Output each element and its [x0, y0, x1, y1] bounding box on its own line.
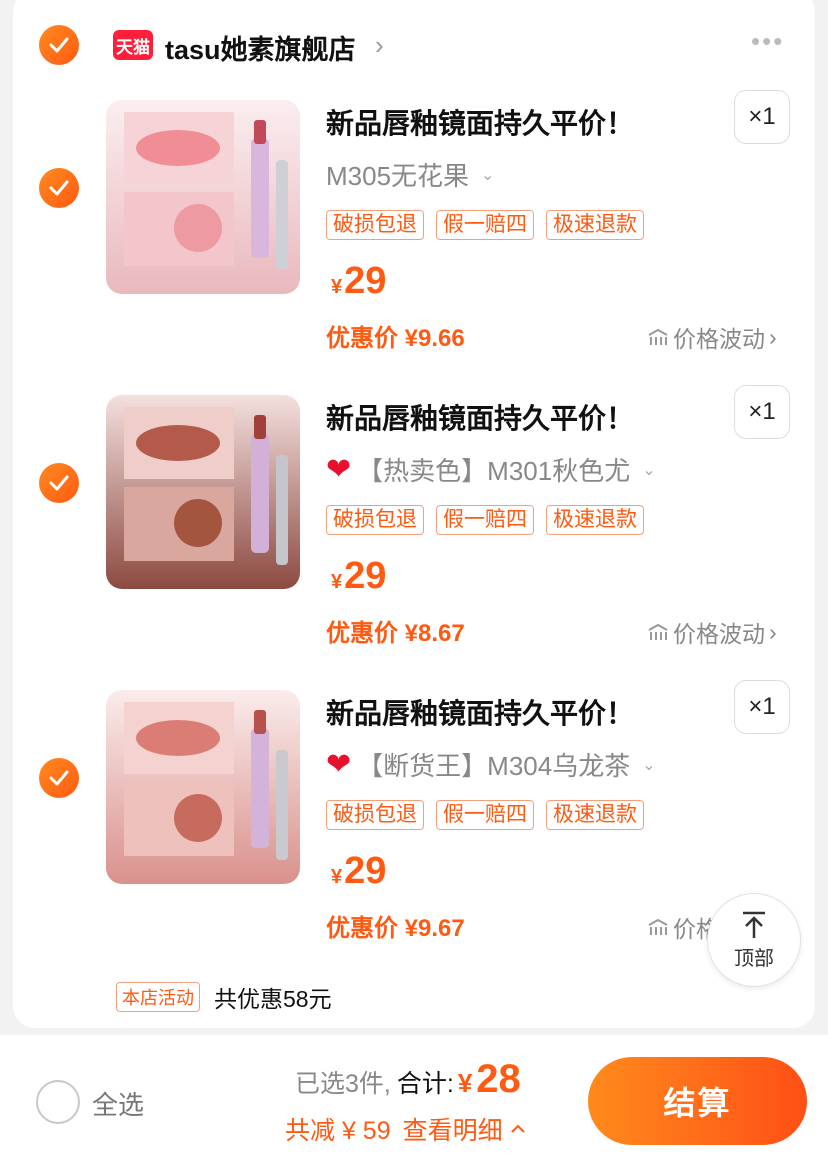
- item-checkbox[interactable]: [39, 168, 79, 208]
- price-value: 29: [344, 850, 387, 892]
- chevron-right-icon[interactable]: ›: [375, 30, 384, 61]
- lip-gloss-image: [106, 100, 300, 294]
- variant-label: M304乌龙茶: [487, 751, 631, 781]
- lip-gloss-image: [106, 690, 300, 884]
- chevron-down-icon: ⌄: [642, 756, 656, 774]
- shop-header: 天猫 tasu她素旗舰店 › •••: [13, 0, 815, 80]
- variant-label: M301秋色尤: [487, 456, 631, 486]
- price-trend-icon: [648, 328, 668, 345]
- tmall-logo: 天猫: [113, 30, 153, 60]
- tag-broken-return: 破损包退: [326, 505, 424, 535]
- tag-fake-compensation: 假一赔四: [436, 210, 534, 240]
- check-icon: [49, 475, 69, 491]
- total-currency: ¥: [457, 1068, 473, 1098]
- arrow-up-icon: [743, 911, 765, 938]
- view-detail-label: 查看明细: [402, 1117, 503, 1145]
- promo-text: 共优惠58元: [214, 986, 332, 1012]
- promo-badge: 本店活动: [116, 982, 200, 1012]
- product-title[interactable]: 新品唇釉镜面持久平价！: [326, 102, 634, 142]
- discount-price: 优惠价 ¥9.67: [326, 915, 465, 942]
- chevron-up-icon: [510, 1124, 525, 1133]
- price-trend-icon: [648, 623, 668, 640]
- cart-item: 新品唇釉镜面持久平价！ ×1 ❤ 【断货王】 M304乌龙茶 ⌄ 破损包退 假一…: [13, 680, 815, 950]
- discount-price: 优惠价 ¥9.66: [326, 325, 465, 352]
- currency-symbol: ¥: [331, 571, 343, 593]
- chevron-down-icon: ⌄: [642, 461, 656, 479]
- service-tags: 破损包退 假一赔四 极速退款: [326, 800, 644, 830]
- product-thumbnail[interactable]: [106, 690, 300, 884]
- tag-fast-refund: 极速退款: [546, 210, 644, 240]
- variant-selector[interactable]: ❤ 【断货王】 M304乌龙茶 ⌄: [326, 746, 656, 783]
- heart-icon: ❤: [326, 453, 352, 486]
- back-to-top-button[interactable]: 顶部: [707, 893, 801, 987]
- price: ¥29: [331, 260, 386, 303]
- variant-badge: 【断货王】: [357, 751, 488, 781]
- chevron-right-icon: ›: [769, 323, 777, 350]
- service-tags: 破损包退 假一赔四 极速退款: [326, 505, 644, 535]
- tag-fake-compensation: 假一赔四: [436, 505, 534, 535]
- heart-icon: ❤: [326, 748, 352, 781]
- discount-price: 优惠价 ¥8.67: [326, 620, 465, 647]
- tag-fast-refund: 极速退款: [546, 800, 644, 830]
- more-icon[interactable]: •••: [751, 26, 784, 57]
- store-promo: 本店活动 共优惠58元: [116, 980, 332, 1014]
- product-thumbnail[interactable]: [106, 100, 300, 294]
- lip-gloss-image: [106, 395, 300, 589]
- quantity-button[interactable]: ×1: [734, 90, 790, 144]
- quantity-button[interactable]: ×1: [734, 680, 790, 734]
- cart-item: 新品唇釉镜面持久平价！ ×1 ❤ 【热卖色】 M301秋色尤 ⌄ 破损包退 假一…: [13, 385, 815, 655]
- price: ¥29: [331, 850, 386, 893]
- back-to-top-label: 顶部: [734, 947, 774, 970]
- variant-label: M305无花果: [326, 161, 470, 191]
- total-label: 合计:: [396, 1070, 454, 1098]
- check-icon: [49, 180, 69, 196]
- selected-count: 已选3件,: [295, 1070, 391, 1098]
- product-title[interactable]: 新品唇釉镜面持久平价！: [326, 692, 634, 732]
- discount-detail-link[interactable]: 共减 ¥ 59 查看明细: [285, 1111, 527, 1147]
- price-value: 29: [344, 260, 387, 302]
- quantity-button[interactable]: ×1: [734, 385, 790, 439]
- price-value: 29: [344, 555, 387, 597]
- total-reduction: 共减 ¥ 59: [285, 1117, 391, 1145]
- tag-fake-compensation: 假一赔四: [436, 800, 534, 830]
- variant-selector[interactable]: ❤ 【热卖色】 M301秋色尤 ⌄: [326, 451, 656, 488]
- shop-checkbox[interactable]: [39, 25, 79, 65]
- total-summary: 已选3件, 合计: ¥ 28: [295, 1057, 521, 1102]
- check-icon: [49, 37, 69, 53]
- shop-name[interactable]: tasu她素旗舰店: [165, 28, 356, 67]
- chevron-right-icon: ›: [769, 618, 777, 645]
- variant-selector[interactable]: M305无花果 ⌄: [326, 156, 494, 193]
- checkout-button[interactable]: 结算: [588, 1057, 807, 1145]
- check-icon: [49, 770, 69, 786]
- price-fluctuation-link[interactable]: 价格波动 ›: [647, 615, 777, 649]
- price-fluctuation-label: 价格波动: [673, 621, 765, 647]
- chevron-down-icon: ⌄: [481, 166, 495, 184]
- variant-badge: 【热卖色】: [357, 456, 488, 486]
- product-title[interactable]: 新品唇釉镜面持久平价！: [326, 397, 634, 437]
- price: ¥29: [331, 555, 386, 598]
- tag-broken-return: 破损包退: [326, 800, 424, 830]
- price-fluctuation-label: 价格波动: [673, 326, 765, 352]
- product-thumbnail[interactable]: [106, 395, 300, 589]
- price-fluctuation-link[interactable]: 价格波动 ›: [647, 320, 777, 354]
- tag-broken-return: 破损包退: [326, 210, 424, 240]
- select-all-checkbox[interactable]: [36, 1080, 80, 1124]
- currency-symbol: ¥: [331, 276, 343, 298]
- shop-card: 天猫 tasu她素旗舰店 › ••• 新品唇釉镜面持久平价！ ×1 M305无花…: [13, 0, 815, 1028]
- service-tags: 破损包退 假一赔四 极速退款: [326, 210, 644, 240]
- select-all-label[interactable]: 全选: [92, 1085, 144, 1122]
- cart-item: 新品唇釉镜面持久平价！ ×1 M305无花果 ⌄ 破损包退 假一赔四 极速退款 …: [13, 90, 815, 360]
- item-checkbox[interactable]: [39, 758, 79, 798]
- item-checkbox[interactable]: [39, 463, 79, 503]
- price-trend-icon: [648, 918, 668, 935]
- total-amount: 28: [476, 1057, 521, 1101]
- checkout-bar: 全选 已选3件, 合计: ¥ 28 共减 ¥ 59 查看明细 结算: [0, 1035, 828, 1157]
- tag-fast-refund: 极速退款: [546, 505, 644, 535]
- currency-symbol: ¥: [331, 866, 343, 888]
